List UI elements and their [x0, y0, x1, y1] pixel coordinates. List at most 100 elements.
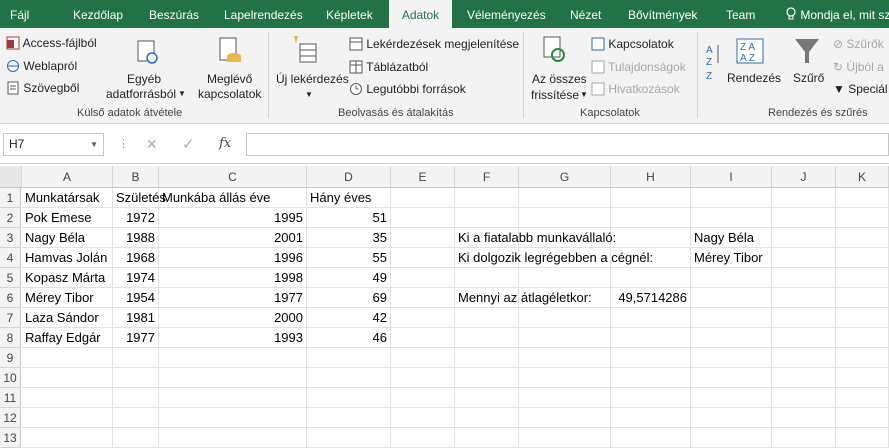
name-box[interactable]: H7 ▼ [3, 133, 104, 156]
row-header-10[interactable]: 10 [0, 368, 21, 388]
row-header-1[interactable]: 1 [0, 188, 21, 208]
column-header-a[interactable]: A [22, 166, 113, 188]
table-cell[interactable]: 1995 [159, 208, 306, 228]
table-cell[interactable]: Laza Sándor [22, 308, 112, 328]
table-cell[interactable]: 1968 [113, 248, 158, 268]
tab-team[interactable]: Team [726, 0, 755, 28]
tab-formulas[interactable]: Képletek [326, 0, 373, 28]
row-header-3[interactable]: 3 [0, 228, 21, 248]
table-cell[interactable]: 49 [307, 268, 390, 288]
header-cell[interactable]: Munkába állás éve [159, 188, 306, 208]
clear-filter-button[interactable]: ⊘ Szűrők [833, 37, 884, 51]
table-cell[interactable]: 55 [307, 248, 390, 268]
tab-review[interactable]: Véleményezés [467, 0, 546, 28]
header-cell[interactable]: Munkatársak [22, 188, 112, 208]
header-cell[interactable]: Születés [113, 188, 166, 208]
filter-button[interactable] [792, 36, 822, 69]
svg-text:Z: Z [706, 71, 712, 82]
table-cell[interactable]: Mérey Tibor [22, 288, 112, 308]
formula-input[interactable] [246, 133, 889, 156]
answer-longest[interactable]: Mérey Tibor [691, 248, 771, 268]
answer-average[interactable]: 49,5714286 [611, 288, 690, 308]
question-longest[interactable]: Ki dolgozik legrégebben a cégnél: [455, 248, 653, 268]
column-header-h[interactable]: H [611, 166, 691, 188]
table-cell[interactable]: Pok Emese [22, 208, 112, 228]
column-header-f[interactable]: F [455, 166, 519, 188]
table-cell[interactable]: 1996 [159, 248, 306, 268]
table-cell[interactable]: 1988 [113, 228, 158, 248]
svg-text:A: A [706, 45, 713, 56]
from-table-button[interactable]: Táblázatból [349, 60, 428, 74]
column-header-e[interactable]: E [391, 166, 455, 188]
refresh-icon [543, 36, 565, 62]
table-cell[interactable]: 46 [307, 328, 390, 348]
cancel-icon[interactable]: ✕ [146, 136, 158, 153]
column-header-j[interactable]: J [772, 166, 836, 188]
tab-page-layout[interactable]: Lapelrendezés [224, 0, 303, 28]
row-header-12[interactable]: 12 [0, 408, 21, 428]
sort-button[interactable]: Z AA Z [736, 38, 766, 69]
column-header-d[interactable]: D [307, 166, 391, 188]
other-sources-icon [137, 40, 158, 64]
row-header-4[interactable]: 4 [0, 248, 21, 268]
advanced-filter-button[interactable]: ▼ Speciál [833, 82, 888, 96]
row-header-11[interactable]: 11 [0, 388, 21, 408]
table-cell[interactable]: 1977 [159, 288, 306, 308]
row-header-2[interactable]: 2 [0, 208, 21, 228]
from-access-button[interactable]: Access-fájlból [6, 36, 97, 50]
tab-insert[interactable]: Beszúrás [149, 0, 199, 28]
table-cell[interactable]: Hamvas Jolán [22, 248, 112, 268]
row-header-9[interactable]: 9 [0, 348, 21, 368]
row-header-8[interactable]: 8 [0, 328, 21, 348]
tab-view[interactable]: Nézet [570, 0, 601, 28]
table-cell[interactable]: 2001 [159, 228, 306, 248]
table-cell[interactable]: 1993 [159, 328, 306, 348]
tab-file[interactable]: Fájl [10, 0, 29, 28]
show-queries-button[interactable]: Lekérdezések megjelenítése [349, 37, 519, 51]
properties-button[interactable]: Tulajdonságok [591, 60, 686, 74]
recent-sources-button[interactable]: Legutóbbi források [349, 82, 466, 96]
spreadsheet-grid[interactable]: ABCDEFGHIJK 1 2 3 4 5 6 7 8 9 10 11 12 13 Munkatársa… [0, 166, 889, 448]
question-youngest[interactable]: Ki a fiatalabb munkavállaló: [455, 228, 616, 248]
table-cell[interactable]: 35 [307, 228, 390, 248]
tab-data[interactable]: Adatok [389, 0, 452, 28]
tell-me-box[interactable]: Mondja el, mit sz [785, 0, 889, 28]
table-cell[interactable]: 1954 [113, 288, 158, 308]
question-average[interactable]: Mennyi az átlagéletkor: [455, 288, 592, 308]
insert-function-icon[interactable]: fx [219, 136, 231, 151]
edit-links-button[interactable]: Hivatkozások [591, 82, 680, 96]
column-header-i[interactable]: I [691, 166, 772, 188]
table-cell[interactable]: Kopasz Márta [22, 268, 112, 288]
header-cell[interactable]: Hány éves [307, 188, 390, 208]
row-header-7[interactable]: 7 [0, 308, 21, 328]
column-header-c[interactable]: C [159, 166, 307, 188]
column-header-g[interactable]: G [519, 166, 611, 188]
column-header-k[interactable]: K [836, 166, 889, 188]
sort-az-button[interactable]: AZZ [706, 41, 722, 88]
column-header-b[interactable]: B [113, 166, 159, 188]
table-cell[interactable]: 1972 [113, 208, 158, 228]
answer-youngest[interactable]: Nagy Béla [691, 228, 771, 248]
table-cell[interactable]: 69 [307, 288, 390, 308]
enter-icon[interactable]: ✓ [182, 135, 195, 153]
connections-button[interactable]: Kapcsolatok [591, 37, 674, 51]
from-text-button[interactable]: Szövegből [6, 81, 79, 95]
table-cell[interactable]: Nagy Béla [22, 228, 112, 248]
tab-addins[interactable]: Bővítmények [628, 0, 697, 28]
table-cell[interactable]: 2000 [159, 308, 306, 328]
select-all-corner[interactable] [0, 166, 22, 188]
tab-home[interactable]: Kezdőlap [73, 0, 123, 28]
row-header-5[interactable]: 5 [0, 268, 21, 288]
table-cell[interactable]: 1974 [113, 268, 158, 288]
table-cell[interactable]: 42 [307, 308, 390, 328]
other-sources-label-1: Egyéb [127, 72, 162, 86]
table-cell[interactable]: 1998 [159, 268, 306, 288]
row-header-6[interactable]: 6 [0, 288, 21, 308]
table-cell[interactable]: Raffay Edgár [22, 328, 112, 348]
table-cell[interactable]: 51 [307, 208, 390, 228]
row-header-13[interactable]: 13 [0, 428, 21, 448]
table-cell[interactable]: 1977 [113, 328, 158, 348]
from-web-button[interactable]: Weblapról [6, 59, 77, 73]
table-cell[interactable]: 1981 [113, 308, 158, 328]
reapply-button[interactable]: ↻ Újból a [833, 60, 884, 74]
